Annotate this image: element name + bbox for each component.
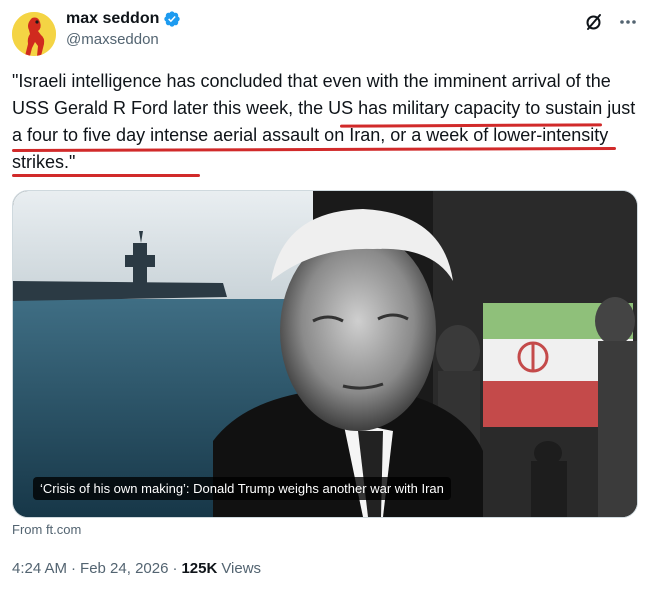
- top-actions: [584, 12, 638, 32]
- author-block: max seddon @maxseddon: [66, 10, 181, 48]
- red-figure-on-yellow-avatar-icon: [12, 12, 56, 56]
- article-image: [13, 191, 637, 517]
- tweet-text-after: .": [64, 152, 76, 172]
- tweet-time-link[interactable]: 4:24 AM: [12, 560, 67, 577]
- avatar[interactable]: [12, 12, 56, 56]
- views-count: 125K: [181, 560, 218, 577]
- handle[interactable]: @maxseddon: [66, 31, 181, 48]
- tweet-meta: 4:24 AM · Feb 24, 2026 · 125K Views: [12, 560, 261, 577]
- more-dots-icon[interactable]: [618, 12, 638, 32]
- meta-separator: ·: [172, 560, 178, 577]
- meta-separator: ·: [71, 560, 77, 577]
- tweet-text: "Israeli intelligence has concluded that…: [12, 68, 640, 176]
- tweet: max seddon @maxseddon "Israeli intellige…: [0, 0, 652, 596]
- views-label: Views: [221, 560, 262, 577]
- media-card[interactable]: ‘Crisis of his own making’: Donald Trump…: [12, 190, 638, 518]
- grok-slash-icon[interactable]: [584, 12, 604, 32]
- media-source-link[interactable]: From ft.com: [12, 522, 81, 537]
- tweet-date-link[interactable]: Feb 24, 2026: [80, 560, 168, 577]
- underline-mark-3: [12, 174, 200, 177]
- display-name[interactable]: max seddon: [66, 10, 159, 28]
- verified-badge-icon[interactable]: [163, 10, 181, 28]
- media-caption: ‘Crisis of his own making’: Donald Trump…: [33, 477, 451, 500]
- name-row: max seddon: [66, 10, 181, 28]
